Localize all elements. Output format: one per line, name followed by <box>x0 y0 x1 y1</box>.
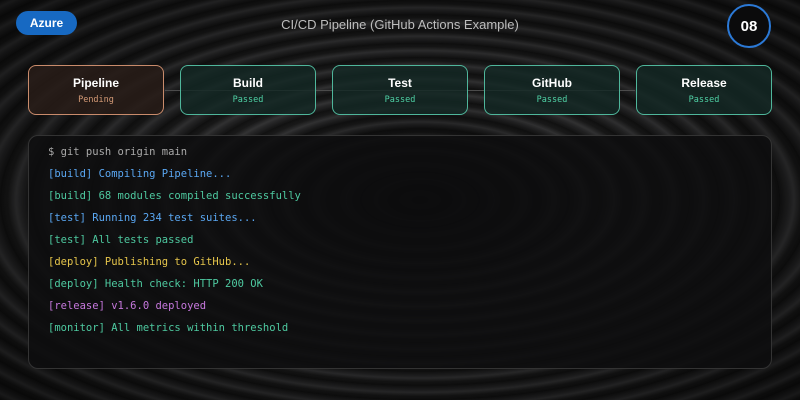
slide-number: 08 <box>727 4 771 48</box>
stage-test[interactable]: Test Passed <box>332 65 468 115</box>
stage-status: Passed <box>688 94 720 105</box>
terminal-command: $ git push origin main <box>48 146 188 158</box>
stage-status: Passed <box>536 94 568 105</box>
log-line: [test] Running 234 test suites... <box>48 212 257 224</box>
log-line: [deploy] Publishing to GitHub... <box>48 256 251 268</box>
log-line: [release] v1.6.0 deployed <box>48 300 207 312</box>
page-title: CI/CD Pipeline (GitHub Actions Example) <box>281 17 519 32</box>
log-line: [monitor] All metrics within threshold <box>48 322 289 334</box>
stage-name: GitHub <box>532 75 572 90</box>
log-line: [test] All tests passed <box>48 234 194 246</box>
stage-name: Release <box>681 75 727 90</box>
stage-release[interactable]: Release Passed <box>636 65 772 115</box>
terminal-panel: $ git push origin main [build] Compiling… <box>28 135 772 369</box>
log-line: [deploy] Health check: HTTP 200 OK <box>48 278 263 290</box>
stage-name: Build <box>233 75 263 90</box>
stage-status: Passed <box>232 94 264 105</box>
log-line: [build] 68 modules compiled successfully <box>48 190 301 202</box>
stage-status: Passed <box>384 94 416 105</box>
stage-name: Test <box>388 75 412 90</box>
stage-status: Pending <box>78 94 114 105</box>
stage-github[interactable]: GitHub Passed <box>484 65 620 115</box>
log-line: [build] Compiling Pipeline... <box>48 168 232 180</box>
stage-name: Pipeline <box>72 75 119 90</box>
stage-build[interactable]: Build Passed <box>180 65 316 115</box>
stage-pipeline[interactable]: Pipeline Pending <box>28 65 164 115</box>
